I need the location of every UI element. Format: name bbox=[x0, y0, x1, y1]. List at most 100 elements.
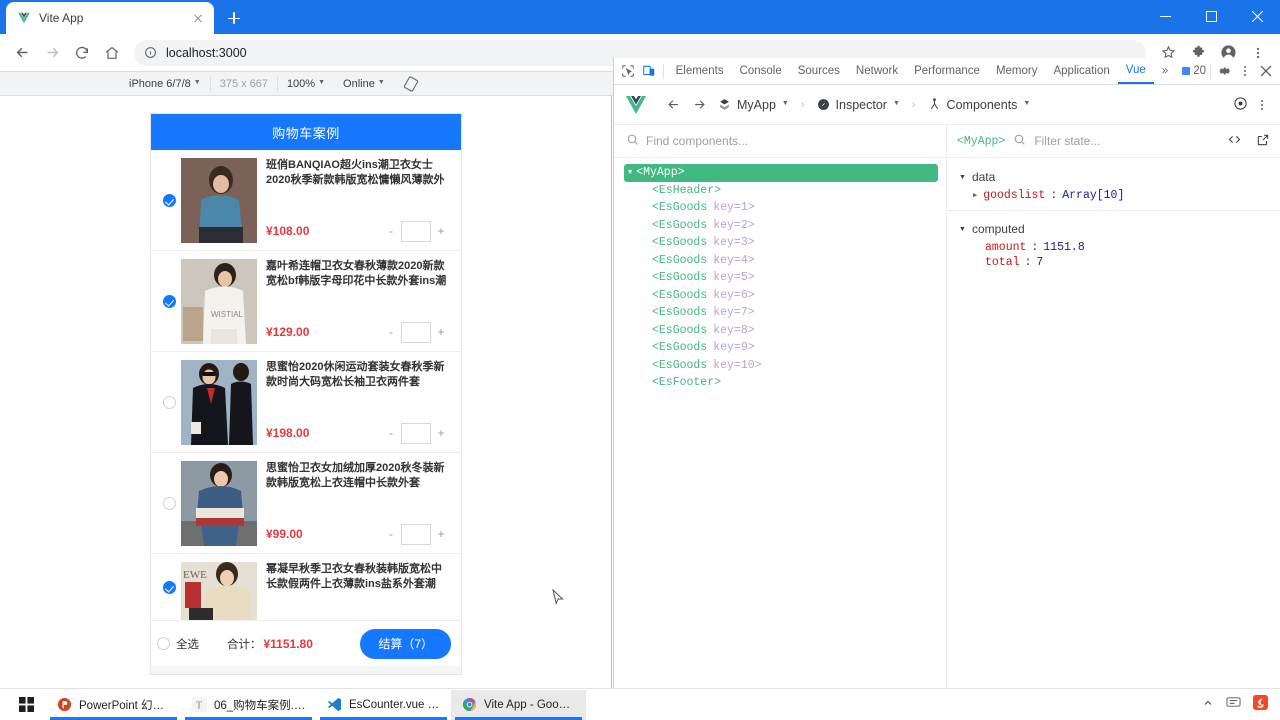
minimize-icon[interactable] bbox=[1142, 0, 1188, 32]
taskbar-item-vscode[interactable]: EsCounter.vue - c... bbox=[316, 690, 451, 720]
vue-back-icon[interactable] bbox=[660, 92, 686, 118]
item-checkbox-wrap[interactable] bbox=[157, 158, 181, 242]
tree-node-esheader[interactable]: <EsHeader> bbox=[614, 182, 946, 200]
checkout-button[interactable]: 结算（7） bbox=[360, 628, 451, 659]
chevron-right-icon[interactable]: ▶ bbox=[973, 191, 977, 200]
quantity-input[interactable] bbox=[401, 321, 431, 343]
tab-console[interactable]: Console bbox=[732, 58, 790, 84]
tree-node-esfooter[interactable]: <EsFooter> bbox=[614, 374, 946, 392]
issues-badge[interactable]: 20 bbox=[1182, 65, 1206, 77]
rotate-icon[interactable] bbox=[394, 75, 428, 92]
tree-node-esgoods[interactable]: <EsGoods key=8> bbox=[614, 322, 946, 340]
quantity-input[interactable] bbox=[401, 220, 431, 242]
viewport-size[interactable]: 375 x 667 bbox=[211, 78, 277, 90]
tree-node-esgoods[interactable]: <EsGoods key=10> bbox=[614, 357, 946, 375]
select-all-checkbox[interactable] bbox=[157, 637, 170, 650]
decrease-quantity-button[interactable]: - bbox=[381, 321, 401, 343]
tree-node-root[interactable]: ▼ <MyApp> bbox=[624, 164, 938, 182]
tab-vue[interactable]: Vue bbox=[1117, 58, 1154, 84]
tree-node-esgoods[interactable]: <EsGoods key=6> bbox=[614, 287, 946, 305]
components-selector[interactable]: Components ▼ bbox=[922, 98, 1037, 112]
tree-node-esgoods[interactable]: <EsGoods key=3> bbox=[614, 234, 946, 252]
item-checkbox[interactable] bbox=[162, 294, 176, 308]
tab-memory[interactable]: Memory bbox=[988, 58, 1046, 84]
chevron-up-icon[interactable] bbox=[1202, 696, 1214, 714]
viewport-height[interactable]: 667 bbox=[250, 78, 268, 90]
tree-node-esgoods[interactable]: <EsGoods key=5> bbox=[614, 269, 946, 287]
chevron-down-icon[interactable]: ▼ bbox=[628, 169, 632, 177]
tree-node-esgoods[interactable]: <EsGoods key=2> bbox=[614, 217, 946, 235]
target-icon[interactable] bbox=[1233, 96, 1248, 114]
reload-icon[interactable] bbox=[68, 39, 96, 67]
back-arrow-icon[interactable] bbox=[8, 39, 36, 67]
state-row-goodslist[interactable]: ▶ goodslist: Array[10] bbox=[947, 188, 1280, 203]
select-all-control[interactable]: 全选 bbox=[157, 636, 199, 652]
item-checkbox-wrap[interactable] bbox=[157, 360, 181, 444]
close-icon[interactable] bbox=[190, 10, 206, 26]
chevron-down-icon[interactable]: ▼ bbox=[959, 174, 966, 181]
code-brackets-icon[interactable] bbox=[1227, 132, 1242, 150]
taskbar-item-chrome[interactable]: Vite App - Googl... bbox=[451, 689, 586, 720]
zoom-selector[interactable]: 100% ▼ bbox=[278, 78, 334, 90]
item-checkbox-wrap[interactable] bbox=[157, 461, 181, 545]
ime-icon[interactable] bbox=[1226, 695, 1241, 714]
tree-node-esgoods[interactable]: <EsGoods key=1> bbox=[614, 199, 946, 217]
browser-tab[interactable]: Vite App bbox=[6, 2, 214, 34]
taskbar-item-typora[interactable]: T 06_购物车案例.md... bbox=[181, 690, 316, 720]
increase-quantity-button[interactable]: + bbox=[431, 220, 451, 242]
tabs-overflow-button[interactable]: » bbox=[1154, 58, 1176, 84]
item-checkbox[interactable] bbox=[162, 580, 176, 594]
tab-sources[interactable]: Sources bbox=[790, 58, 848, 84]
filter-state-input[interactable]: Filter state... bbox=[1034, 134, 1100, 148]
taskbar-item-powerpoint[interactable]: PowerPoint 幻灯... bbox=[46, 690, 181, 720]
state-group-computed[interactable]: ▼ computed bbox=[947, 218, 1280, 240]
device-selector[interactable]: iPhone 6/7/8 ▼ bbox=[120, 78, 210, 90]
inspector-selector[interactable]: Inspector ▼ bbox=[811, 98, 906, 112]
vue-forward-icon[interactable] bbox=[686, 92, 712, 118]
tree-node-esgoods[interactable]: <EsGoods key=9> bbox=[614, 339, 946, 357]
close-icon[interactable] bbox=[1234, 0, 1280, 32]
app-selector[interactable]: MyApp ▼ bbox=[712, 98, 795, 112]
state-row-amount[interactable]: amount: 1151.8 bbox=[947, 240, 1280, 255]
tab-application[interactable]: Application bbox=[1045, 58, 1117, 84]
chevron-down-icon[interactable]: ▼ bbox=[959, 226, 966, 233]
throttling-selector[interactable]: Online ▼ bbox=[334, 78, 394, 90]
inspect-element-icon[interactable] bbox=[618, 59, 638, 83]
open-external-icon[interactable] bbox=[1256, 133, 1270, 150]
quantity-input[interactable] bbox=[401, 523, 431, 545]
close-icon[interactable] bbox=[1256, 59, 1276, 83]
find-components-input[interactable]: Find components... bbox=[646, 134, 748, 148]
increase-quantity-button[interactable]: + bbox=[431, 422, 451, 444]
tab-network[interactable]: Network bbox=[848, 58, 906, 84]
tab-performance[interactable]: Performance bbox=[906, 58, 988, 84]
item-checkbox-wrap[interactable] bbox=[157, 562, 181, 612]
sogou-icon[interactable] bbox=[1253, 694, 1268, 715]
info-circle-icon[interactable] bbox=[144, 46, 158, 60]
tab-elements[interactable]: Elements bbox=[668, 58, 732, 84]
state-group-data[interactable]: ▼ data bbox=[947, 166, 1280, 188]
device-toggle-icon[interactable] bbox=[638, 59, 658, 83]
decrease-quantity-button[interactable]: - bbox=[381, 523, 401, 545]
item-checkbox[interactable] bbox=[162, 496, 176, 510]
tree-node-esgoods[interactable]: <EsGoods key=4> bbox=[614, 252, 946, 270]
home-icon[interactable] bbox=[98, 39, 126, 67]
increase-quantity-button[interactable]: + bbox=[431, 523, 451, 545]
item-checkbox[interactable] bbox=[162, 395, 176, 409]
quantity-input[interactable] bbox=[401, 422, 431, 444]
tree-node-esgoods[interactable]: <EsGoods key=7> bbox=[614, 304, 946, 322]
viewport-width[interactable]: 375 bbox=[220, 78, 238, 90]
decrease-quantity-button[interactable]: - bbox=[381, 220, 401, 242]
increase-quantity-button[interactable]: + bbox=[431, 321, 451, 343]
three-dots-icon[interactable] bbox=[1235, 59, 1255, 83]
windows-logo-icon[interactable] bbox=[6, 689, 46, 720]
item-checkbox[interactable] bbox=[162, 193, 176, 207]
find-components-bar[interactable]: Find components... bbox=[614, 125, 946, 158]
new-tab-button[interactable] bbox=[220, 4, 248, 32]
item-checkbox-wrap[interactable] bbox=[157, 259, 181, 343]
taskbar: PowerPoint 幻灯... T 06_购物车案例.md... EsCoun… bbox=[0, 688, 1280, 720]
three-dots-icon[interactable] bbox=[1254, 99, 1270, 110]
maximize-icon[interactable] bbox=[1188, 0, 1234, 32]
decrease-quantity-button[interactable]: - bbox=[381, 422, 401, 444]
gear-icon[interactable] bbox=[1215, 59, 1235, 83]
state-row-total[interactable]: total: 7 bbox=[947, 255, 1280, 270]
